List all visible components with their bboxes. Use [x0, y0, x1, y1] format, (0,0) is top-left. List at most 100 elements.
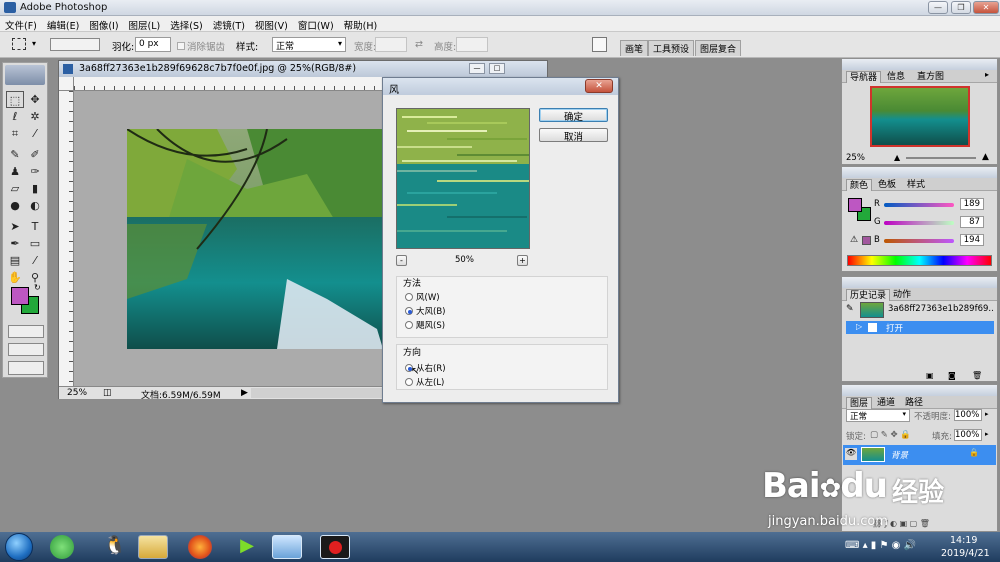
marquee-tool-icon[interactable]: ⬚: [6, 91, 24, 108]
navigator-zoom-in-icon[interactable]: ▲: [982, 152, 989, 162]
history-snapshot-label[interactable]: 3a68ff27363e1b289f69...: [888, 304, 994, 314]
clock-time[interactable]: 14:19: [950, 535, 977, 546]
antialias-checkbox[interactable]: 消除锯齿: [177, 39, 225, 53]
history-brush-source-icon[interactable]: ✎: [846, 304, 854, 314]
start-button-icon[interactable]: [5, 533, 33, 561]
cancel-button[interactable]: 取消: [539, 128, 608, 143]
method-blast-label[interactable]: 大风(B): [416, 305, 445, 317]
marquee-tool-preset-icon[interactable]: [12, 38, 26, 50]
palette-well-icon[interactable]: [592, 37, 607, 52]
taskbar-photoshop-icon[interactable]: [272, 535, 302, 559]
tab-paths[interactable]: 路径: [902, 397, 926, 409]
tab-info[interactable]: 信息: [884, 71, 908, 83]
screen-mode-icons[interactable]: [8, 343, 44, 356]
path-select-icon[interactable]: ➤: [6, 218, 24, 235]
tab-actions[interactable]: 动作: [890, 289, 914, 301]
healing-brush-icon[interactable]: ✎: [6, 146, 24, 163]
tab-navigator[interactable]: 导航器: [846, 71, 882, 83]
foreground-color-swatch-front[interactable]: [11, 287, 29, 305]
channel-r-slider[interactable]: [884, 203, 954, 207]
navigator-zoom[interactable]: 25%: [846, 153, 865, 163]
history-snapshot-icon[interactable]: ◙: [948, 371, 956, 380]
tab-history[interactable]: 历史记录: [846, 289, 891, 301]
style-select[interactable]: 正常 ▾: [272, 37, 346, 52]
status-menu-arrow-icon[interactable]: ▶: [241, 388, 248, 398]
taskbar-recorder-icon[interactable]: [320, 535, 350, 559]
pen-tool-icon[interactable]: ✒: [6, 235, 24, 252]
magic-wand-icon[interactable]: ✲: [26, 108, 44, 125]
close-button[interactable]: ✕: [973, 1, 999, 14]
taskbar-explorer-icon[interactable]: [138, 535, 168, 559]
navigator-zoom-out-icon[interactable]: ▲: [894, 153, 900, 162]
history-item-open[interactable]: ▷ 打开: [846, 321, 994, 334]
color-spectrum-bar[interactable]: [847, 255, 992, 266]
layer-row-background[interactable]: 👁 背景 🔒: [843, 445, 996, 465]
color-foreground-swatch[interactable]: [848, 198, 862, 212]
history-snapshot-thumbnail[interactable]: [860, 302, 884, 318]
shape-tool-icon[interactable]: ▭: [26, 235, 44, 252]
direction-left-label[interactable]: 从左(L): [416, 376, 444, 388]
gradient-tool-icon[interactable]: ▮: [26, 180, 44, 197]
brush-tool-icon[interactable]: ✐: [26, 146, 44, 163]
selection-mode-icons[interactable]: [50, 38, 100, 51]
feather-input[interactable]: 0 px: [135, 37, 171, 52]
direction-right-label[interactable]: 从右(R): [416, 362, 446, 374]
dodge-tool-icon[interactable]: ◐: [26, 197, 44, 214]
clock-date[interactable]: 2019/4/21: [941, 548, 990, 559]
zoom-level[interactable]: 25%: [67, 388, 87, 398]
taskbar-qq-icon[interactable]: 🐧: [100, 535, 130, 559]
layer-visibility-eye-icon[interactable]: 👁: [845, 448, 857, 460]
method-blast-radio[interactable]: [405, 307, 413, 315]
preset-dropdown-icon[interactable]: ▾: [32, 39, 36, 48]
lasso-tool-icon[interactable]: ℓ: [6, 108, 24, 125]
fill-arrow-icon[interactable]: ▸: [985, 430, 989, 438]
taskbar-video-icon[interactable]: ▶: [232, 535, 262, 559]
opacity-arrow-icon[interactable]: ▸: [985, 410, 989, 418]
blur-tool-icon[interactable]: ●: [6, 197, 24, 214]
tab-layer-comps[interactable]: 图层复合: [695, 40, 742, 56]
panel-menu-icon[interactable]: ▸: [985, 70, 989, 79]
history-delete-icon[interactable]: 🗑: [972, 371, 982, 380]
tab-tool-presets[interactable]: 工具预设: [648, 40, 695, 56]
eyedropper-icon[interactable]: ⁄: [26, 252, 44, 269]
method-stagger-radio[interactable]: [405, 321, 413, 329]
crop-tool-icon[interactable]: ⌗: [6, 125, 24, 142]
navigator-thumbnail[interactable]: [870, 86, 970, 147]
navigator-zoom-slider[interactable]: [906, 157, 976, 159]
slice-tool-icon[interactable]: ⁄: [26, 125, 44, 142]
channel-r-value[interactable]: 189: [960, 198, 984, 210]
method-stagger-label[interactable]: 飓风(S): [416, 319, 445, 331]
tab-swatches[interactable]: 色板: [875, 179, 899, 191]
blend-mode-select[interactable]: 正常 ▾: [846, 409, 910, 422]
tab-styles[interactable]: 样式: [904, 179, 928, 191]
opacity-input[interactable]: 100%: [954, 409, 982, 421]
filter-preview[interactable]: [396, 108, 530, 249]
notes-tool-icon[interactable]: ▤: [6, 252, 24, 269]
restore-button[interactable]: ❐: [951, 1, 971, 14]
ok-button[interactable]: 确定: [539, 108, 608, 123]
channel-g-slider[interactable]: [884, 221, 954, 225]
zoom-in-button[interactable]: +: [517, 255, 528, 266]
gamut-swatch[interactable]: [862, 236, 871, 245]
fill-input[interactable]: 100%: [954, 429, 982, 441]
tab-channels[interactable]: 通道: [874, 397, 898, 409]
zoom-out-button[interactable]: -: [396, 255, 407, 266]
tab-histogram[interactable]: 直方图: [914, 71, 947, 83]
eraser-tool-icon[interactable]: ▱: [6, 180, 24, 197]
taskbar-360-icon[interactable]: [50, 535, 74, 559]
dialog-close-button[interactable]: ✕: [585, 79, 613, 93]
clone-stamp-icon[interactable]: ♟: [6, 163, 24, 180]
tab-brushes[interactable]: 画笔: [620, 40, 649, 56]
history-new-doc-icon[interactable]: ▣: [926, 371, 934, 380]
tab-layers[interactable]: 图层: [846, 397, 873, 409]
type-tool-icon[interactable]: T: [26, 218, 44, 235]
tray-icons[interactable]: ⌨ ▴ ▮ ⚑ ◉ 🔊: [845, 540, 916, 551]
document-canvas-image[interactable]: [127, 129, 383, 349]
channel-g-value[interactable]: 87: [960, 216, 984, 228]
hand-tool-icon[interactable]: ✋: [6, 269, 24, 286]
method-wind-radio[interactable]: [405, 293, 413, 301]
channel-b-slider[interactable]: [884, 239, 954, 243]
taskbar-firefox-icon[interactable]: [188, 535, 212, 559]
lock-icons[interactable]: ▢ ✎ ✥ 🔒: [870, 430, 911, 440]
direction-left-radio[interactable]: [405, 378, 413, 386]
